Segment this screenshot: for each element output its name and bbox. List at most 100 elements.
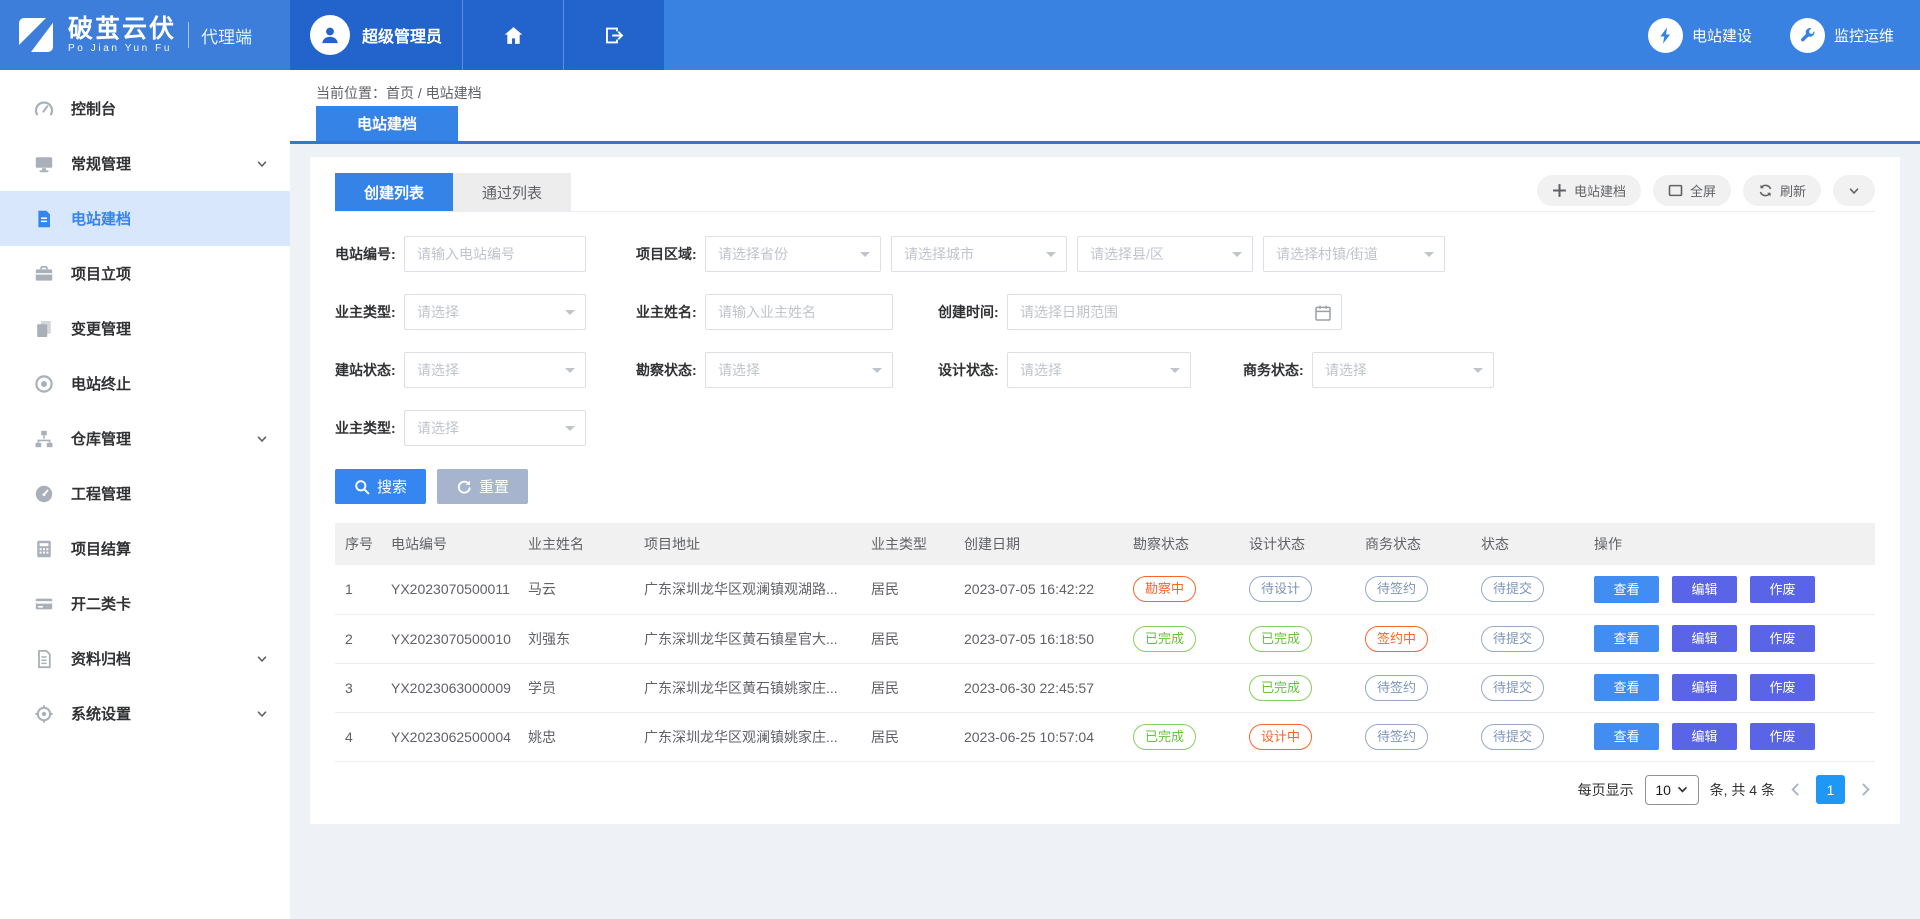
filter-group: 业主姓名: 请输入业主姓名 xyxy=(636,294,893,330)
next-page-button[interactable] xyxy=(1856,782,1875,797)
filter-group: 电站编号:请输入电站编号 xyxy=(335,236,586,272)
edit-button[interactable]: 编辑 xyxy=(1672,674,1737,701)
status-badge: 已完成 xyxy=(1249,626,1312,652)
column-header: 项目地址 xyxy=(636,523,863,565)
page-size-select[interactable]: 10 xyxy=(1645,775,1699,805)
reset-button[interactable]: 重置 xyxy=(437,469,528,504)
edit-button[interactable]: 编辑 xyxy=(1672,723,1737,750)
shortcut-label: 监控运维 xyxy=(1834,25,1894,46)
column-header: 设计状态 xyxy=(1241,523,1357,565)
filter-date[interactable]: 请选择日期范围 xyxy=(1007,294,1342,330)
meter-icon xyxy=(34,484,54,504)
home-button[interactable] xyxy=(462,0,563,70)
filter-label: 项目区域: xyxy=(636,244,705,264)
per-page-label: 每页显示 xyxy=(1578,780,1634,800)
chevron-left-icon xyxy=(1788,782,1803,797)
filter-input[interactable]: 请输入业主姓名 xyxy=(705,294,893,330)
cell-station-code: YX2023063000009 xyxy=(383,663,520,712)
collapse-button[interactable] xyxy=(1833,175,1875,206)
filter-label: 设计状态: xyxy=(938,360,1007,380)
filter-form: 电站编号:请输入电站编号 项目区域:请选择省份请选择城市请选择县/区请选择村镇/街… xyxy=(335,236,1875,446)
filter-label: 业主姓名: xyxy=(636,302,705,322)
sidebar-item-0[interactable]: 控制台 xyxy=(0,81,290,136)
sidebar-item-2[interactable]: 电站建档 xyxy=(0,191,290,246)
filter-row-3: 业主类型:请选择 xyxy=(335,410,1875,446)
void-button[interactable]: 作废 xyxy=(1750,674,1815,701)
status-badge: 待签约 xyxy=(1365,576,1428,602)
chevron-down-icon xyxy=(256,433,268,445)
breadcrumb-bar: 当前位置：首页 / 电站建档 电站建档 xyxy=(290,70,1920,144)
filter-select[interactable]: 请选择村镇/街道 xyxy=(1263,236,1445,272)
refresh-button[interactable]: 刷新 xyxy=(1743,175,1821,206)
sidebar-item-9[interactable]: 开二类卡 xyxy=(0,576,290,631)
cell-survey-status: 已完成 xyxy=(1125,614,1241,663)
sidebar-item-6[interactable]: 仓库管理 xyxy=(0,411,290,466)
refresh-icon xyxy=(1758,183,1773,198)
panel-tab-0[interactable]: 创建列表 xyxy=(335,173,453,211)
view-button[interactable]: 查看 xyxy=(1594,723,1659,750)
filter-select[interactable]: 请选择 xyxy=(1312,352,1494,388)
chevron-down-icon xyxy=(256,158,268,170)
sidebar-item-5[interactable]: 电站终止 xyxy=(0,356,290,411)
edit-button[interactable]: 编辑 xyxy=(1672,576,1737,603)
filter-select[interactable]: 请选择 xyxy=(404,410,586,446)
sidebar-item-8[interactable]: 项目结算 xyxy=(0,521,290,576)
filter-select[interactable]: 请选择县/区 xyxy=(1077,236,1253,272)
filter-group: 建站状态:请选择 xyxy=(335,352,586,388)
create-station-button[interactable]: 电站建档 xyxy=(1537,175,1641,206)
placeholder-text: 请选择 xyxy=(417,418,459,438)
filter-select[interactable]: 请选择 xyxy=(404,294,586,330)
column-header: 业主姓名 xyxy=(520,523,636,565)
fullscreen-button[interactable]: 全屏 xyxy=(1653,175,1731,206)
cell-created: 2023-07-05 16:18:50 xyxy=(956,614,1125,663)
filter-input[interactable]: 请输入电站编号 xyxy=(404,236,586,272)
calendar-icon xyxy=(1314,304,1332,322)
chevron-down-icon xyxy=(256,653,268,665)
filter-label: 业主类型: xyxy=(335,302,404,322)
cell-business-status: 待签约 xyxy=(1357,712,1473,761)
sidebar-item-10[interactable]: 资料归档 xyxy=(0,631,290,686)
filter-select[interactable]: 请选择 xyxy=(404,352,586,388)
topbar-shortcut-0[interactable]: 电站建设 xyxy=(1648,18,1752,53)
page-number-button[interactable]: 1 xyxy=(1816,775,1845,804)
filter-select[interactable]: 请选择 xyxy=(1007,352,1191,388)
cell-index: 2 xyxy=(335,614,383,663)
sidebar-item-4[interactable]: 变更管理 xyxy=(0,301,290,356)
cell-index: 3 xyxy=(335,663,383,712)
edit-button[interactable]: 编辑 xyxy=(1672,625,1737,652)
topbar-shortcut-1[interactable]: 监控运维 xyxy=(1790,18,1894,53)
view-button[interactable]: 查看 xyxy=(1594,576,1659,603)
cell-owner-type: 居民 xyxy=(863,614,956,663)
search-button[interactable]: 搜索 xyxy=(335,469,426,504)
table-header-row: 序号电站编号业主姓名项目地址业主类型创建日期勘察状态设计状态商务状态状态操作 xyxy=(335,523,1875,565)
home-icon xyxy=(502,24,525,47)
view-button[interactable]: 查看 xyxy=(1594,674,1659,701)
filter-row-0: 电站编号:请输入电站编号 项目区域:请选择省份请选择城市请选择县/区请选择村镇/街… xyxy=(335,236,1875,272)
status-badge: 待签约 xyxy=(1365,724,1428,750)
sidebar-item-7[interactable]: 工程管理 xyxy=(0,466,290,521)
sidebar-item-3[interactable]: 项目立项 xyxy=(0,246,290,301)
filter-select[interactable]: 请选择省份 xyxy=(705,236,881,272)
sidebar-item-1[interactable]: 常规管理 xyxy=(0,136,290,191)
user-menu[interactable]: 超级管理员 xyxy=(290,0,462,70)
sitemap-icon xyxy=(34,429,54,449)
void-button[interactable]: 作废 xyxy=(1750,625,1815,652)
void-button[interactable]: 作废 xyxy=(1750,576,1815,603)
filter-select[interactable]: 请选择城市 xyxy=(891,236,1067,272)
cell-station-code: YX2023070500011 xyxy=(383,565,520,614)
filter-group: 创建时间:请选择日期范围 xyxy=(938,294,1342,330)
filter-select[interactable]: 请选择 xyxy=(705,352,893,388)
panel-tab-1[interactable]: 通过列表 xyxy=(453,173,571,211)
sidebar-item-11[interactable]: 系统设置 xyxy=(0,686,290,741)
page-tab[interactable]: 电站建档 xyxy=(316,106,458,141)
view-button[interactable]: 查看 xyxy=(1594,625,1659,652)
stop-circle-icon xyxy=(34,374,54,394)
prev-page-button[interactable] xyxy=(1786,782,1805,797)
total-count-label: 条, 共 4 条 xyxy=(1710,780,1775,800)
placeholder-text: 请输入业主姓名 xyxy=(718,302,816,322)
breadcrumb-path[interactable]: 首页 / 电站建档 xyxy=(386,85,482,101)
cell-index: 1 xyxy=(335,565,383,614)
logout-button[interactable] xyxy=(563,0,664,70)
void-button[interactable]: 作废 xyxy=(1750,723,1815,750)
filter-group: 商务状态:请选择 xyxy=(1243,352,1494,388)
